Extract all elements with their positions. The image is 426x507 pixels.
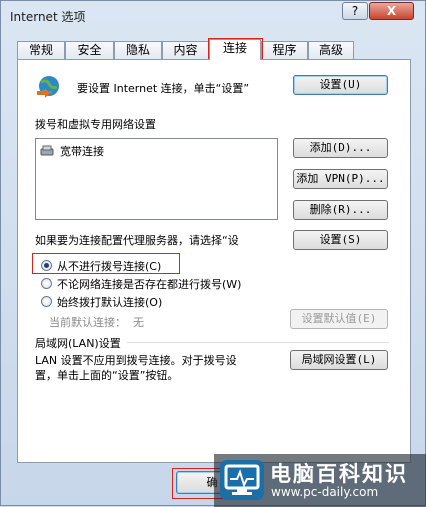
current-default-value: 无 bbox=[133, 316, 144, 329]
setup-button[interactable]: 设置(U) bbox=[293, 75, 388, 95]
add-button[interactable]: 添加(D)... bbox=[293, 138, 388, 158]
tab-content[interactable]: 内容 bbox=[162, 41, 209, 59]
add-vpn-button[interactable]: 添加 VPN(P)... bbox=[293, 169, 388, 189]
always-dial-default-label[interactable]: 始终拨打默认连接(O) bbox=[57, 294, 162, 310]
option-highlight-box bbox=[32, 253, 180, 274]
proxy-settings-button[interactable]: 设置(S) bbox=[293, 230, 388, 250]
lan-divider bbox=[127, 342, 389, 343]
tab-advanced[interactable]: 高级 bbox=[308, 41, 354, 59]
current-default-label: 当前默认连接： bbox=[49, 316, 126, 329]
remove-button[interactable]: 删除(R)... bbox=[293, 200, 388, 220]
tab-general[interactable]: 常规 bbox=[17, 41, 65, 59]
watermark-title: 电脑百科知识 bbox=[270, 462, 408, 486]
list-item-label: 宽带连接 bbox=[60, 145, 104, 158]
help-button[interactable]: ? bbox=[342, 2, 368, 20]
lan-description-line1: LAN 设置不应用到拨号连接。对于拨号设 bbox=[35, 354, 237, 367]
tab-connections[interactable]: 连接 bbox=[209, 39, 261, 60]
broadband-connection-icon bbox=[40, 145, 54, 156]
close-button[interactable]: X bbox=[369, 2, 414, 20]
setup-description: 要设置 Internet 连接，单击“设置” bbox=[77, 82, 250, 95]
lan-heading: 局域网(LAN)设置 bbox=[35, 337, 121, 350]
window-title: Internet 选项 bbox=[10, 10, 86, 24]
always-dial-default-radio[interactable] bbox=[41, 296, 52, 307]
tab-security[interactable]: 安全 bbox=[65, 41, 114, 59]
connection-list[interactable]: 宽带连接 bbox=[35, 138, 278, 220]
monitor-logo-icon bbox=[220, 460, 264, 500]
dial-when-no-network-radio[interactable] bbox=[41, 278, 52, 289]
list-item[interactable]: 宽带连接 bbox=[40, 143, 104, 159]
proxy-description: 如果要为连接配置代理服务器，请选择“设 bbox=[35, 234, 239, 247]
dial-when-no-network-label[interactable]: 不论网络连接是否存在都进行拨号(W) bbox=[57, 276, 241, 292]
watermark-banner: 电脑百科知识 www.pc-daily.com bbox=[214, 454, 426, 507]
lan-settings-button[interactable]: 局域网设置(L) bbox=[290, 350, 388, 370]
dialup-heading: 拨号和虚拟专用网络设置 bbox=[35, 118, 156, 131]
lan-description-line2: 置，单击上面的“设置”按钮。 bbox=[35, 369, 179, 382]
tab-programs[interactable]: 程序 bbox=[261, 41, 308, 59]
title-bar: Internet 选项 ? X bbox=[1, 1, 425, 31]
watermark-url: www.pc-daily.com bbox=[271, 485, 379, 499]
internet-options-window: Internet 选项 ? X 常规 安全 隐私 内容 连接 程序 高级 要设置… bbox=[0, 0, 426, 507]
set-default-button[interactable]: 设置默认值(E) bbox=[290, 309, 388, 329]
globe-connection-icon bbox=[37, 76, 59, 98]
tab-privacy[interactable]: 隐私 bbox=[114, 41, 162, 59]
